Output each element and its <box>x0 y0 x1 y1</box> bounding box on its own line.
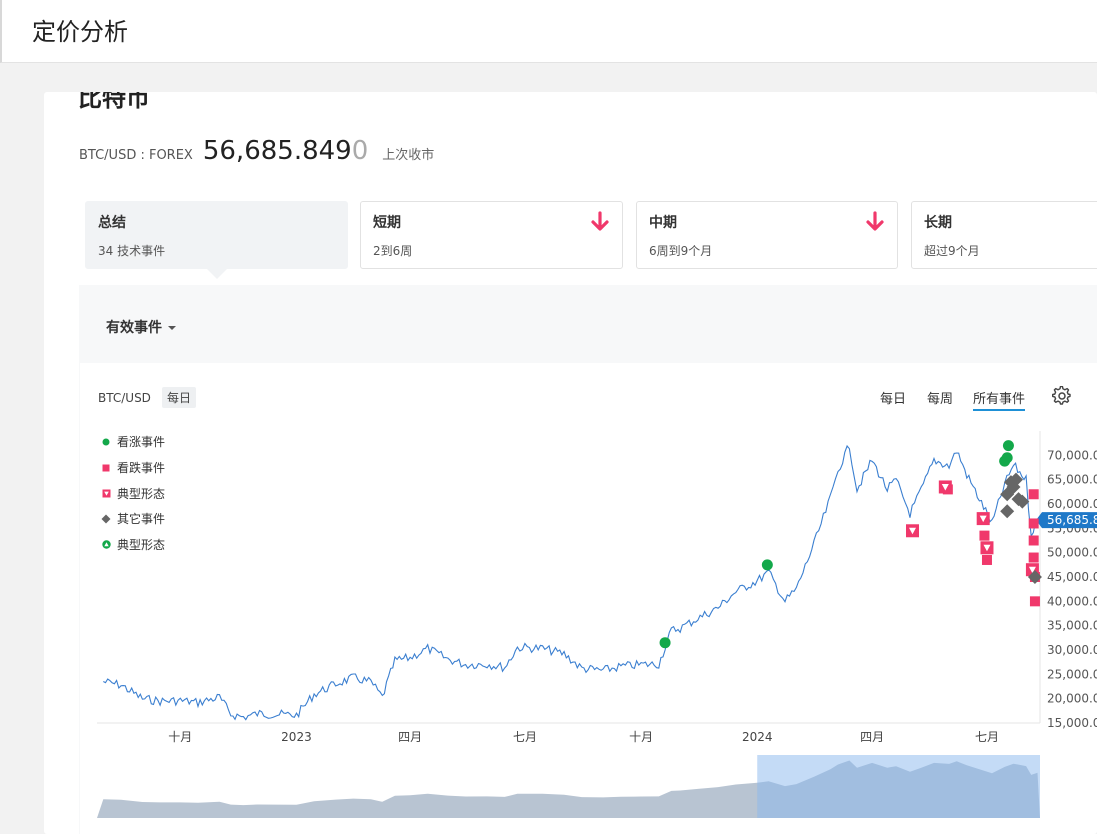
tab-subtitle: 34 技术事件 <box>98 244 166 258</box>
bullish-event-marker <box>761 559 773 571</box>
bearish-pattern-marker <box>980 541 994 555</box>
price-chart: BTC/USD 每日 每日 每周 所有事件 看涨事件 看跌事件 典型形态 其它事… <box>80 363 1097 834</box>
bearish-event-marker <box>1028 552 1039 563</box>
bearish-event-marker <box>1028 518 1039 529</box>
x-tick-label: 七月 <box>513 730 537 744</box>
asset-name: 比特币 <box>78 92 150 112</box>
y-tick-label: 15,000.0 <box>1047 716 1097 730</box>
tab-title: 长期 <box>924 215 952 231</box>
bullish-event-marker <box>1002 440 1014 452</box>
down-arrow-icon <box>591 211 609 231</box>
tab-short-term[interactable]: 短期 2到6周 <box>360 201 623 269</box>
analysis-card: 比特币 BTC/USD : FOREX 56,685.849 0 上次收市 总结 … <box>44 92 1097 834</box>
y-tick-label: 60,000.0 <box>1047 497 1097 511</box>
y-tick-label: 30,000.0 <box>1047 643 1097 657</box>
bearish-event-marker <box>1028 535 1039 546</box>
events-filter-dropdown[interactable]: 有效事件 <box>106 317 176 337</box>
x-tick-label: 十月 <box>168 730 192 744</box>
last-price: 56,685.849 <box>202 136 352 166</box>
top-bar: 定价分析 <box>0 0 1097 63</box>
price-status: 上次收市 <box>382 148 435 163</box>
bearish-pattern-marker <box>905 524 919 538</box>
y-tick-label: 20,000.0 <box>1047 692 1097 706</box>
bullish-event-marker <box>659 637 671 649</box>
navigator-selection <box>757 755 1040 818</box>
x-tick-label: 四月 <box>860 730 884 744</box>
y-tick-label: 65,000.0 <box>1047 473 1097 487</box>
tab-summary[interactable]: 总结 34 技术事件 <box>85 201 348 269</box>
tab-medium-term[interactable]: 中期 6周到9个月 <box>636 201 898 269</box>
tab-subtitle: 2到6周 <box>373 244 413 258</box>
x-tick-label: 2024 <box>742 730 773 744</box>
tab-title: 中期 <box>649 215 677 231</box>
y-tick-label: 25,000.0 <box>1047 667 1097 681</box>
tab-subtitle: 6周到9个月 <box>649 244 713 258</box>
tab-long-term[interactable]: 长期 超过9个月 <box>911 201 1097 269</box>
y-tick-label: 50,000.0 <box>1047 546 1097 560</box>
y-tick-label: 40,000.0 <box>1047 594 1097 608</box>
tab-title: 总结 <box>98 215 126 231</box>
down-arrow-icon <box>866 211 884 231</box>
bearish-event-marker <box>1028 489 1039 500</box>
events-panel: 有效事件 BTC/USD 每日 每日 每周 所有事件 看涨事件 看跌事件 典型形… <box>79 285 1097 834</box>
active-tab-pointer <box>207 269 227 279</box>
tab-title: 短期 <box>373 215 401 231</box>
y-tick-label: 70,000.0 <box>1047 448 1097 462</box>
symbol-label: BTC/USD : FOREX <box>79 148 193 163</box>
price-series-line <box>103 444 1038 721</box>
x-tick-label: 2023 <box>281 730 312 744</box>
filter-label: 有效事件 <box>106 320 162 336</box>
bearish-pattern-marker <box>938 480 952 494</box>
bearish-pattern-marker <box>976 512 990 526</box>
last-price-dim-digit: 0 <box>351 136 369 166</box>
x-tick-label: 七月 <box>975 730 999 744</box>
x-tick-label: 四月 <box>398 730 422 744</box>
bullish-event-marker <box>1001 452 1013 464</box>
x-tick-label: 十月 <box>629 730 653 744</box>
other-event-marker <box>1000 504 1015 519</box>
price-plot: 70,000.065,000.060,000.055,000.050,000.0… <box>97 431 1097 818</box>
quote-row: BTC/USD : FOREX 56,685.849 0 上次收市 <box>79 136 434 166</box>
last-price-label: 56,685.8 <box>1047 513 1097 527</box>
caret-down-icon <box>168 326 176 330</box>
bearish-event-marker <box>1029 596 1040 607</box>
bearish-event-marker <box>981 554 992 565</box>
tab-subtitle: 超过9个月 <box>924 244 980 258</box>
bearish-event-marker <box>979 530 990 541</box>
y-tick-label: 35,000.0 <box>1047 619 1097 633</box>
page-title: 定价分析 <box>32 18 128 46</box>
y-tick-label: 45,000.0 <box>1047 570 1097 584</box>
